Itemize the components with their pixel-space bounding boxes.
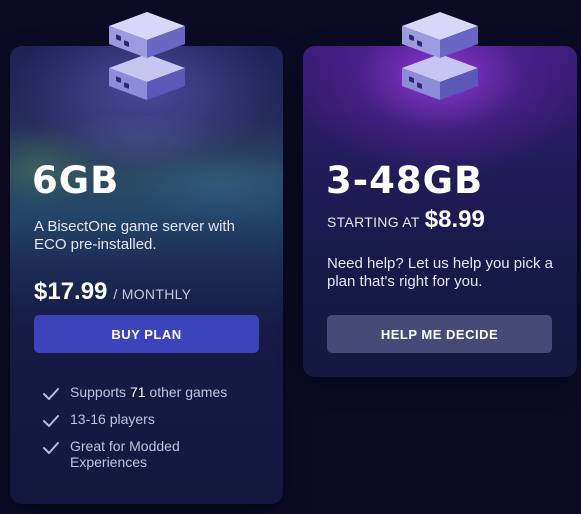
server-stack-icon	[109, 12, 185, 100]
feature-item: Supports 71 other games	[42, 384, 277, 402]
check-icon	[43, 388, 59, 400]
check-icon	[43, 442, 59, 454]
starting-price: $8.99	[424, 206, 485, 233]
feature-highlight: 71	[129, 384, 146, 400]
plan-title: 6GB	[32, 159, 120, 202]
server-stack-icon	[402, 12, 478, 100]
feature-text: 13-16 players	[70, 411, 155, 427]
feature-item: Great for Modded Experiences	[42, 438, 277, 470]
help-me-decide-button[interactable]: HELP ME DECIDE	[327, 315, 552, 353]
feature-text: Great for Modded Experiences	[70, 438, 180, 470]
feature-prefix: Supports	[70, 384, 127, 400]
feature-list: Supports 71 other games 13-16 players Gr…	[42, 384, 277, 479]
feature-suffix: other games	[149, 384, 228, 400]
starting-label: STARTING AT	[327, 214, 420, 230]
price-row: $17.99 / MONTHLY	[34, 278, 191, 306]
plan-description: A BisectOne game server with ECO pre-ins…	[34, 218, 235, 253]
plan-price: $17.99	[34, 278, 108, 305]
feature-text: Supports 71 other games	[70, 384, 227, 400]
help-description: Need help? Let us help you pick a plan t…	[327, 255, 553, 290]
buy-plan-button[interactable]: BUY PLAN	[34, 315, 259, 353]
plan-title: 3-48GB	[326, 159, 484, 202]
feature-item: 13-16 players	[42, 411, 277, 429]
billing-period: / MONTHLY	[113, 286, 192, 302]
check-icon	[43, 415, 59, 427]
starting-price-row: STARTING AT $8.99	[327, 206, 485, 234]
